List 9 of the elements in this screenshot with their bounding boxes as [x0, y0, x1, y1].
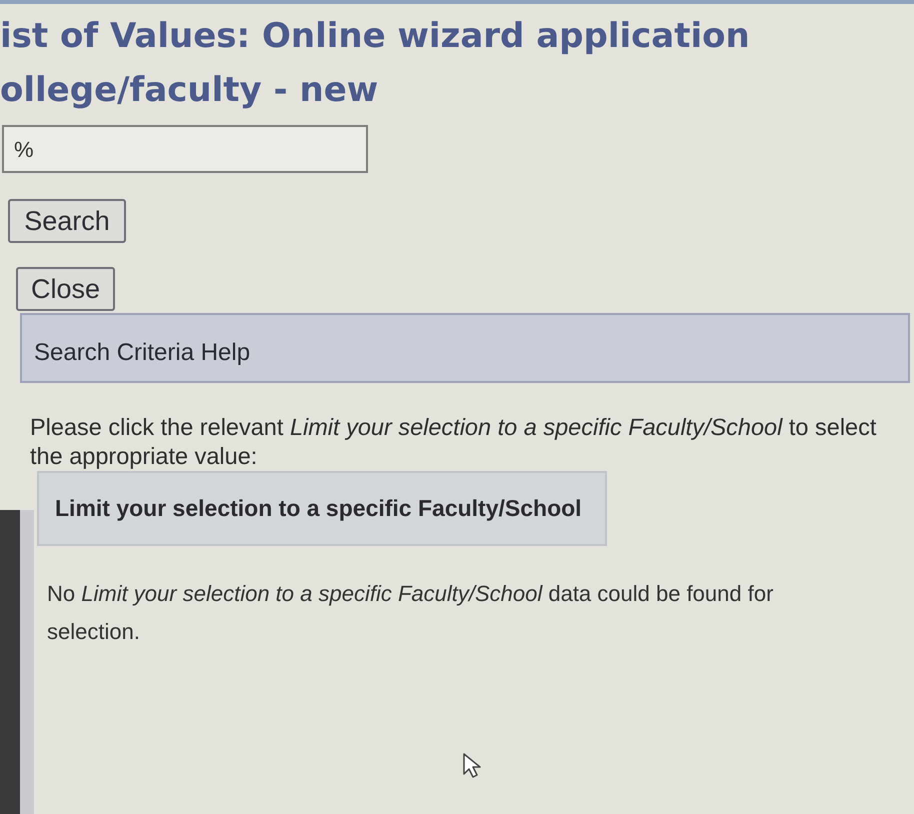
instructions-text: Please click the relevant Limit your selection to a specific Faculty/School to select the appropriate value: [30, 413, 878, 471]
search-field[interactable]: % [2, 125, 368, 173]
faculty-filter-tab[interactable]: Limit your selection to a specific Faculty/School [37, 471, 607, 546]
no-data-message: No Limit your selection to a specific Faculty/School data could be found for selection. [47, 580, 774, 646]
close-button[interactable]: Close [16, 267, 115, 311]
search-button[interactable]: Search [8, 199, 126, 243]
help-bar-label: Search Criteria Help [34, 338, 250, 368]
page-title: ollege/faculty - new [0, 69, 378, 112]
page-title: ist of Values: Online wizard application [0, 15, 750, 58]
